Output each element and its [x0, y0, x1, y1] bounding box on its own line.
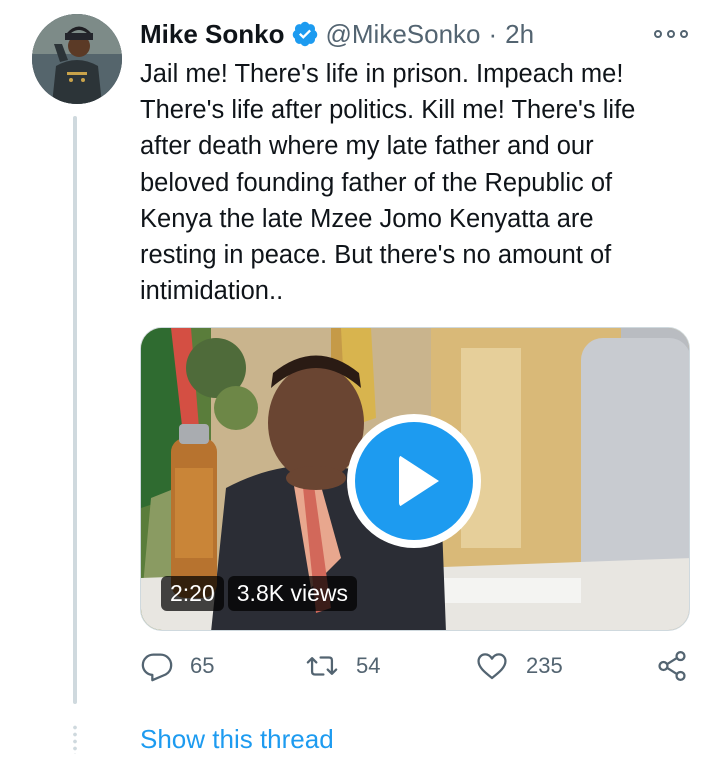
author-name[interactable]: Mike Sonko	[140, 19, 284, 50]
thread-continuation-dots	[73, 724, 77, 754]
tweet-header: Mike Sonko @MikeSonko · 2h	[140, 18, 534, 50]
retweet-count: 54	[356, 653, 381, 678]
more-options-icon[interactable]	[654, 24, 688, 44]
play-icon	[355, 422, 473, 540]
retweet-icon	[306, 656, 338, 676]
video-views-badge: 3.8K views	[227, 576, 357, 611]
separator-dot: ·	[488, 18, 498, 49]
like-button[interactable]: 235	[474, 648, 563, 684]
tweet-text: Jail me! There's life in prison. Impeach…	[140, 60, 636, 306]
tweet-actions: 65 54 235	[140, 648, 692, 684]
share-button[interactable]	[654, 648, 690, 684]
retweet-button[interactable]: 54	[304, 648, 380, 684]
reply-count: 65	[190, 653, 215, 678]
video-meta: 2:20 3.8K views	[161, 576, 361, 611]
show-thread-link[interactable]: Show this thread	[140, 724, 334, 755]
tweet-time[interactable]: 2h	[505, 19, 534, 50]
avatar-image	[32, 14, 122, 104]
reply-icon	[141, 653, 173, 682]
share-icon	[658, 650, 686, 682]
author-handle[interactable]: @MikeSonko	[325, 19, 480, 50]
video-duration-badge: 2:20	[161, 576, 224, 611]
reply-button[interactable]: 65	[140, 648, 214, 684]
heart-icon	[477, 653, 507, 680]
thread-line	[73, 116, 77, 704]
avatar[interactable]	[32, 14, 122, 104]
play-button[interactable]	[347, 414, 481, 548]
like-count: 235	[526, 653, 563, 678]
verified-badge-icon	[291, 20, 319, 48]
